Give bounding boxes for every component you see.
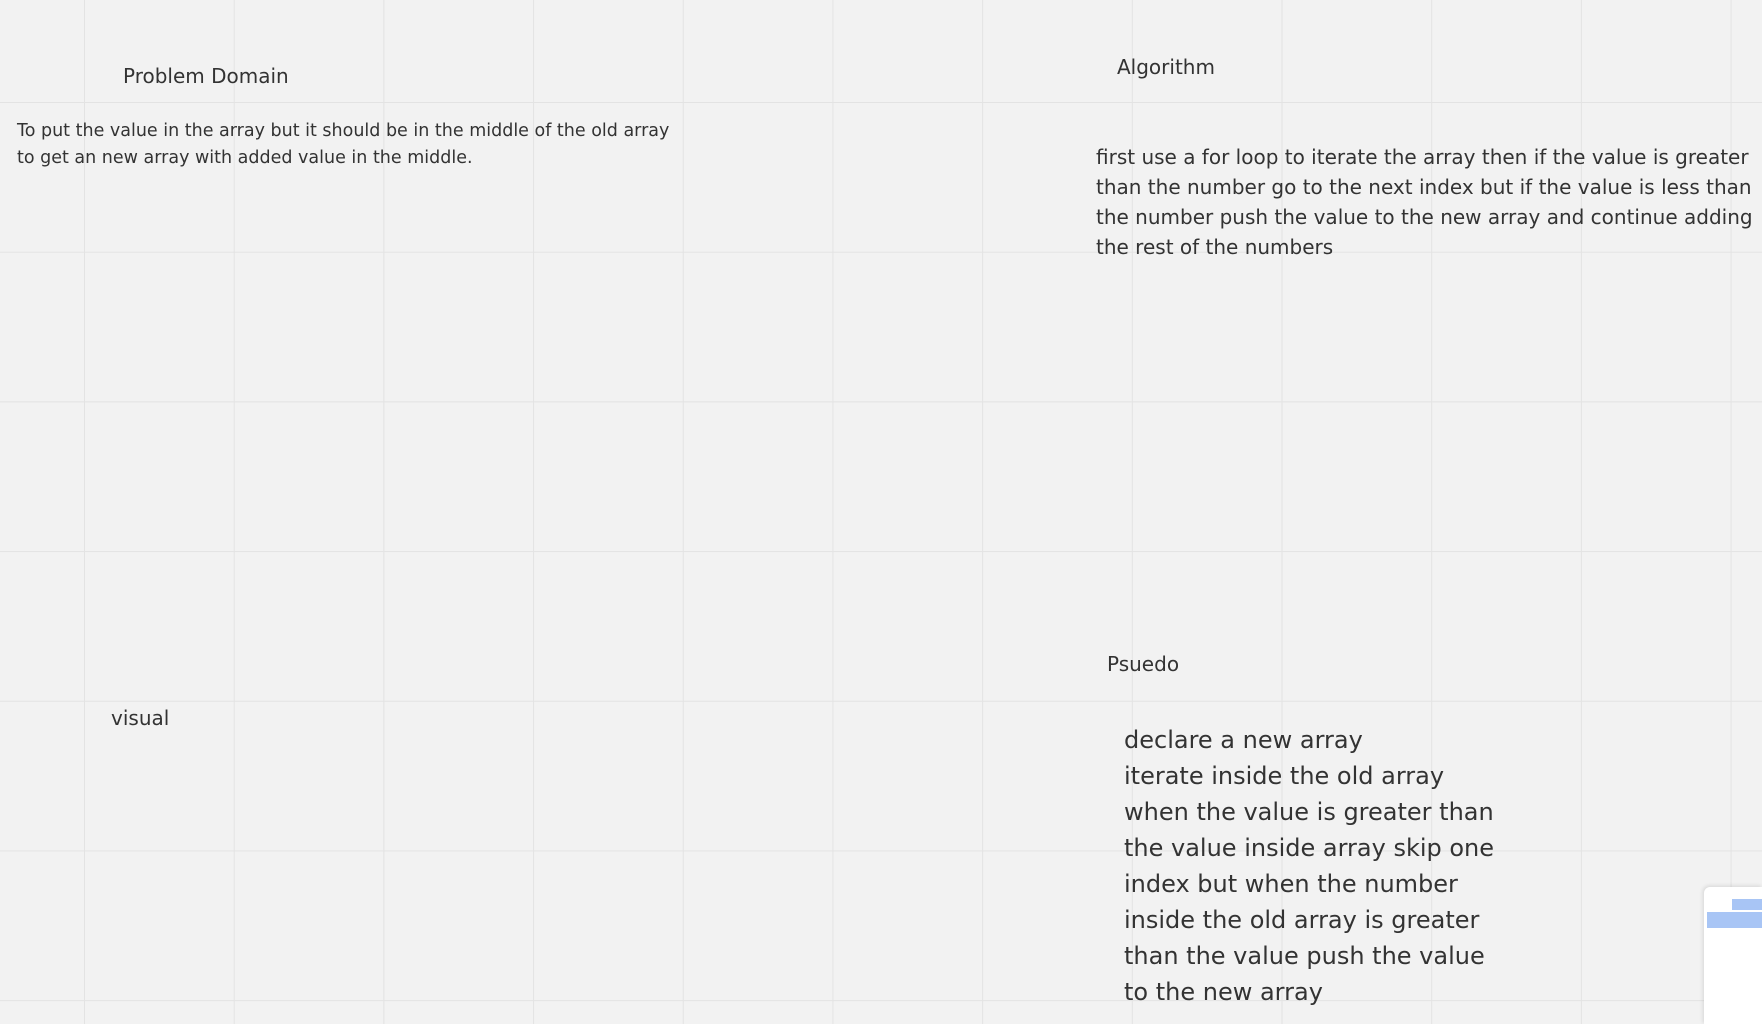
visual-title[interactable]: visual xyxy=(111,706,169,730)
pseudo-line: to the new array xyxy=(1124,978,1323,1006)
algorithm-title[interactable]: Algorithm xyxy=(1117,55,1215,79)
problem-domain-line: to get an new array with added value in … xyxy=(17,148,473,168)
pseudo-line: the value inside array skip one xyxy=(1124,834,1495,862)
algorithm-line: first use a for loop to iterate the arra… xyxy=(1096,145,1749,169)
pseudo-title[interactable]: Psuedo xyxy=(1107,652,1179,676)
minimap-viewport[interactable] xyxy=(1732,899,1762,910)
whiteboard-canvas[interactable]: Problem Domain To put the value in the a… xyxy=(0,0,1762,1024)
pseudo-line: than the value push the value xyxy=(1124,942,1485,970)
minimap-content-block xyxy=(1707,912,1762,928)
minimap-panel[interactable] xyxy=(1704,887,1762,1024)
pseudo-title-part: o xyxy=(1166,652,1180,676)
pseudo-title-part: Psued xyxy=(1107,652,1167,676)
algorithm-line: than the number go to the next index but… xyxy=(1096,175,1752,199)
algorithm-line: the rest of the numbers xyxy=(1096,235,1334,259)
algorithm-line: the number push the value to the new arr… xyxy=(1096,205,1753,229)
problem-domain-line: To put the value in the array but it sho… xyxy=(17,121,670,141)
pseudo-text[interactable]: declare a new array iterate inside the o… xyxy=(1124,722,1554,1010)
pseudo-line: index but when the number xyxy=(1124,870,1458,898)
pseudo-line: declare a new array xyxy=(1124,726,1363,754)
algorithm-text[interactable]: first use a for loop to iterate the arra… xyxy=(1096,142,1756,262)
pseudo-line: when the value is greater than xyxy=(1124,798,1494,826)
problem-domain-title[interactable]: Problem Domain xyxy=(123,64,289,88)
pseudo-line: iterate inside the old array xyxy=(1124,762,1445,790)
problem-domain-text[interactable]: To put the value in the array but it sho… xyxy=(17,118,717,172)
pseudo-line: inside the old array is greater xyxy=(1124,906,1480,934)
